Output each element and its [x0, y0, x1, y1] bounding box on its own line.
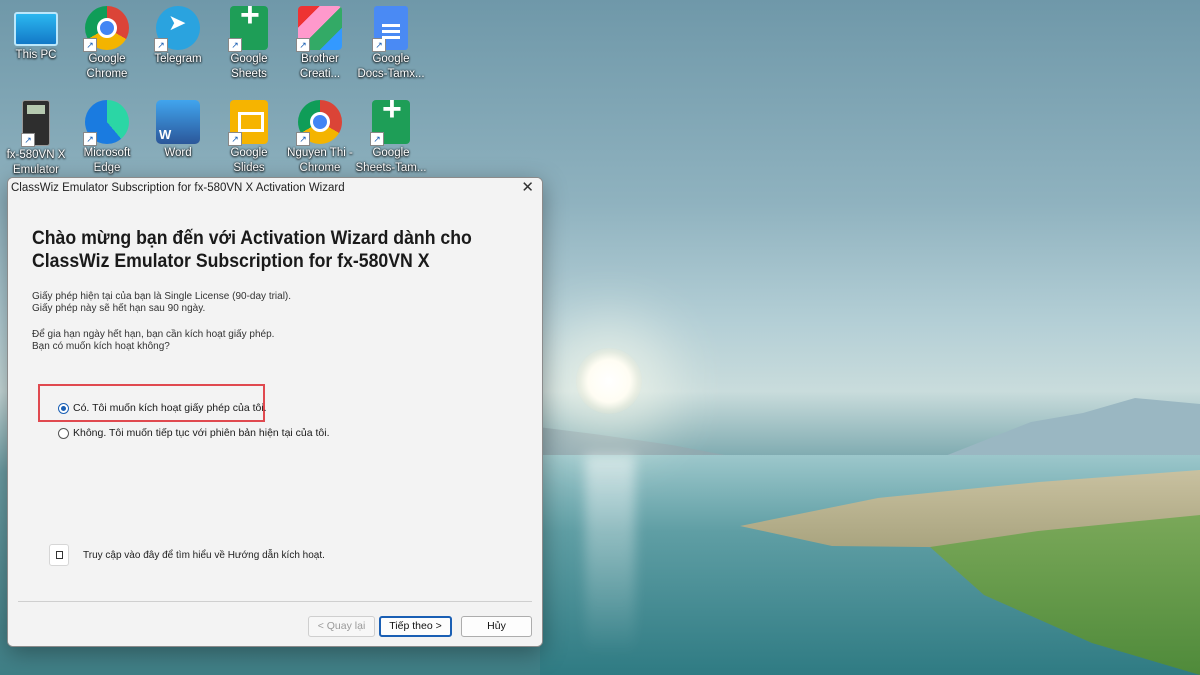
document-icon[interactable]	[49, 544, 69, 566]
google-sheets-icon: ↗	[370, 100, 410, 146]
desktop-icon-label: Google Docs-Tamx...	[357, 53, 425, 80]
desktop-icon-label: Brother Creati...	[299, 53, 341, 80]
desktop-icon-google-sheets-2[interactable]: ↗ Google Sheets-Tam...	[355, 100, 427, 176]
activation-guide-link-text[interactable]: Truy cập vào đây để tìm hiểu về Hướng dẫ…	[83, 550, 325, 561]
radio-option-yes[interactable]: Có. Tôi muốn kích hoạt giấy phép của tôi…	[58, 402, 267, 414]
radio-button-unchecked[interactable]	[58, 427, 69, 439]
desktop-icon-label: Google Sheets-Tam...	[355, 147, 427, 174]
dialog-titlebar[interactable]: ClassWiz Emulator Subscription for fx-58…	[8, 178, 542, 198]
word-icon	[156, 100, 200, 144]
shortcut-arrow-icon: ↗	[228, 132, 242, 146]
wallpaper-hill	[540, 427, 730, 456]
desktop-icon-label: Google Slides	[230, 147, 268, 174]
wizard-heading: Chào mừng bạn đến với Activation Wizard …	[32, 228, 472, 272]
close-icon[interactable]: ✕	[521, 178, 534, 198]
desktop-icon-brother[interactable]: ↗ Brother Creati...	[284, 6, 356, 82]
desktop-icon-microsoft-edge[interactable]: ↗ Microsoft Edge	[71, 100, 143, 176]
desktop-icon-label: fx-580VN X Emulator	[6, 149, 66, 176]
shortcut-arrow-icon: ↗	[83, 132, 97, 146]
dialog-title: ClassWiz Emulator Subscription for fx-58…	[11, 182, 345, 194]
radio-button-checked[interactable]	[58, 402, 69, 414]
shortcut-arrow-icon: ↗	[370, 132, 384, 146]
license-info: Giấy phép hiện tại của bạn là Single Lic…	[32, 291, 291, 315]
wallpaper-sun	[576, 348, 642, 414]
activation-guide-link[interactable]: Truy cập vào đây để tìm hiểu về Hướng dẫ…	[49, 544, 325, 566]
shortcut-arrow-icon: ↗	[228, 38, 242, 52]
desktop-icon-label: Telegram	[154, 53, 202, 65]
license-info-line-2: Giấy phép này sẽ hết hạn sau 90 ngày.	[32, 303, 206, 314]
shortcut-arrow-icon: ↗	[21, 133, 35, 147]
activation-question-line-2: Bạn có muốn kích hoạt không?	[32, 341, 170, 352]
shortcut-arrow-icon: ↗	[296, 132, 310, 146]
shortcut-arrow-icon: ↗	[154, 38, 168, 52]
google-sheets-icon: ↗	[228, 6, 268, 52]
desktop-icon-google-docs[interactable]: ↗ Google Docs-Tamx...	[355, 6, 427, 82]
edge-icon: ↗	[83, 100, 129, 146]
desktop-icon-label: Google Chrome	[86, 53, 128, 80]
brother-icon: ↗	[296, 6, 342, 52]
desktop-icon-telegram[interactable]: ↗ Telegram	[142, 6, 214, 67]
desktop-icon-chrome-profile[interactable]: ↗ Nguyen Thi - Chrome	[284, 100, 356, 176]
desktop-icon-google-sheets[interactable]: ↗ Google Sheets	[213, 6, 285, 82]
google-docs-icon: ↗	[372, 6, 408, 52]
activation-question: Để gia hạn ngày hết hạn, bạn cần kích ho…	[32, 329, 274, 353]
activation-question-line-1: Để gia hạn ngày hết hạn, bạn cần kích ho…	[32, 329, 275, 340]
dialog-content: Chào mừng bạn đến với Activation Wizard …	[8, 198, 542, 646]
radio-option-no[interactable]: Không. Tôi muốn tiếp tục với phiên bản h…	[58, 427, 330, 439]
shortcut-arrow-icon: ↗	[83, 38, 97, 52]
desktop-icon-google-chrome[interactable]: ↗ Google Chrome	[71, 6, 143, 82]
chrome-icon: ↗	[83, 6, 129, 52]
desktop-icon-label: This PC	[15, 49, 57, 61]
wallpaper-mountain	[940, 398, 1200, 458]
desktop-icon-label: Nguyen Thi - Chrome	[287, 147, 353, 174]
desktop-icon-word[interactable]: Word	[142, 100, 214, 161]
desktop-icon-google-slides[interactable]: ↗ Google Slides	[213, 100, 285, 176]
computer-icon	[14, 12, 58, 46]
back-button[interactable]: < Quay lại	[308, 616, 375, 637]
license-info-line-1: Giấy phép hiện tại của bạn là Single Lic…	[32, 291, 292, 302]
desktop-icon-label: Google Sheets	[230, 53, 268, 80]
radio-option-yes-label: Có. Tôi muốn kích hoạt giấy phép của tôi…	[73, 402, 267, 414]
chrome-profile-icon: ↗	[296, 100, 342, 146]
next-button[interactable]: Tiếp theo >	[379, 616, 452, 637]
desktop-icon-label: Word	[164, 147, 192, 159]
activation-wizard-dialog: ClassWiz Emulator Subscription for fx-58…	[7, 177, 543, 647]
divider	[18, 601, 532, 602]
google-slides-icon: ↗	[228, 100, 268, 146]
radio-option-no-label: Không. Tôi muốn tiếp tục với phiên bản h…	[73, 427, 330, 439]
shortcut-arrow-icon: ↗	[296, 38, 310, 52]
cancel-button[interactable]: Hủy	[461, 616, 532, 637]
desktop-icon-fx-emulator[interactable]: ↗ fx-580VN X Emulator	[0, 100, 72, 178]
wallpaper-sun-reflection	[585, 455, 635, 655]
desktop-icon-this-pc[interactable]: This PC	[0, 6, 72, 63]
desktop-icon-label: Microsoft Edge	[83, 147, 131, 174]
shortcut-arrow-icon: ↗	[372, 38, 386, 52]
calculator-icon: ↗	[21, 100, 50, 147]
telegram-icon: ↗	[154, 6, 200, 52]
